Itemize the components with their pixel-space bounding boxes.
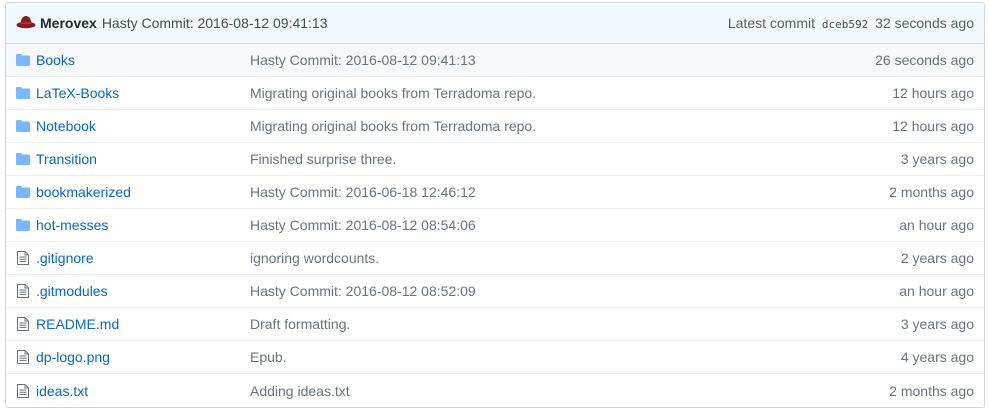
file-name-link[interactable]: Transition [36,151,250,167]
latest-commit-info: Latest commit dceb592 32 seconds ago [728,15,974,31]
commit-message-link[interactable]: Hasty Commit: 2016-08-12 08:54:06 [250,217,899,233]
file-name-link[interactable]: dp-logo.png [36,349,250,365]
commit-message-link[interactable]: Finished surprise three. [250,151,901,167]
commit-age: 12 hours ago [892,85,974,101]
commit-message-link[interactable]: Hasty Commit: 2016-06-18 12:46:12 [250,184,889,200]
latest-commit-bar: Merovex Hasty Commit: 2016-08-12 09:41:1… [6,3,984,44]
file-icon [16,350,30,364]
file-icon [16,251,30,265]
latest-commit-label: Latest commit [727,15,815,31]
commit-age: 3 years ago [900,316,974,332]
file-name-link[interactable]: Notebook [36,118,250,134]
commit-age: 2 months ago [889,382,974,399]
file-icon [16,317,30,331]
folder-icon [16,53,30,67]
commit-author[interactable]: Merovex [40,15,97,31]
commit-age: 2 years ago [900,250,974,266]
file-row[interactable]: Books Hasty Commit: 2016-08-12 09:41:13 26… [6,44,984,77]
file-row[interactable]: README.md Draft formatting. 3 years ago [6,308,984,341]
file-icon [16,284,30,298]
commit-message-link[interactable]: Adding ideas.txt [250,383,889,399]
author-avatar-icon[interactable] [16,13,36,33]
commit-age: 12 hours ago [892,118,974,134]
file-row[interactable]: Transition Finished surprise three. 3 year… [6,143,984,176]
file-row[interactable]: Notebook Migrating original books from Te… [6,110,984,143]
commit-age: 32 seconds ago [875,15,974,31]
file-name-link[interactable]: README.md [36,316,250,332]
commit-message-link[interactable]: Hasty Commit: 2016-08-12 08:52:09 [250,283,899,299]
file-browser: Merovex Hasty Commit: 2016-08-12 09:41:1… [5,2,985,408]
commit-message-link[interactable]: Epub. [250,349,901,365]
folder-icon [16,119,30,133]
file-row[interactable]: bookmakerized Hasty Commit: 2016-06-18 12… [6,176,984,209]
file-name-link[interactable]: ideas.txt [36,383,250,399]
commit-age: 3 years ago [900,151,974,167]
file-row[interactable]: ideas.txt Adding ideas.txt 2 months ago [6,374,984,407]
file-row[interactable]: LaTeX-Books Migrating original books from… [6,77,984,110]
file-name-link[interactable]: bookmakerized [36,184,250,200]
commit-age: an hour ago [899,283,974,299]
commit-age: 4 years ago [900,349,974,365]
folder-icon [16,86,30,100]
file-row[interactable]: dp-logo.png Epub. 4 years ago [6,341,984,374]
commit-message-link[interactable]: ignoring wordcounts. [250,250,901,266]
commit-message[interactable]: Hasty Commit: 2016-08-12 09:41:13 [102,15,328,31]
file-row[interactable]: hot-messes Hasty Commit: 2016-08-12 08:54… [6,209,984,242]
commit-sha[interactable]: dceb592 [822,18,868,31]
commit-message-link[interactable]: Draft formatting. [250,316,901,332]
folder-icon [16,185,30,199]
file-name-link[interactable]: .gitmodules [36,283,250,299]
commit-age: 2 months ago [889,184,974,200]
file-name-link[interactable]: hot-messes [36,217,250,233]
commit-age: an hour ago [899,217,974,233]
file-name-link[interactable]: LaTeX-Books [36,85,250,101]
file-name-link[interactable]: .gitignore [36,250,250,266]
folder-icon [16,218,30,232]
commit-age: 26 seconds ago [875,52,974,68]
commit-message-link[interactable]: Migrating original books from Terradoma … [250,85,892,101]
commit-message-link[interactable]: Migrating original books from Terradoma … [250,118,892,134]
file-name-link[interactable]: Books [36,52,250,68]
file-icon [16,383,30,398]
folder-icon [16,152,30,166]
file-row[interactable]: .gitignore ignoring wordcounts. 2 years ag… [6,242,984,275]
file-row[interactable]: .gitmodules Hasty Commit: 2016-08-12 08:5… [6,275,984,308]
commit-message-link[interactable]: Hasty Commit: 2016-08-12 09:41:13 [250,52,875,68]
file-list: Books Hasty Commit: 2016-08-12 09:41:13 26… [6,44,984,407]
